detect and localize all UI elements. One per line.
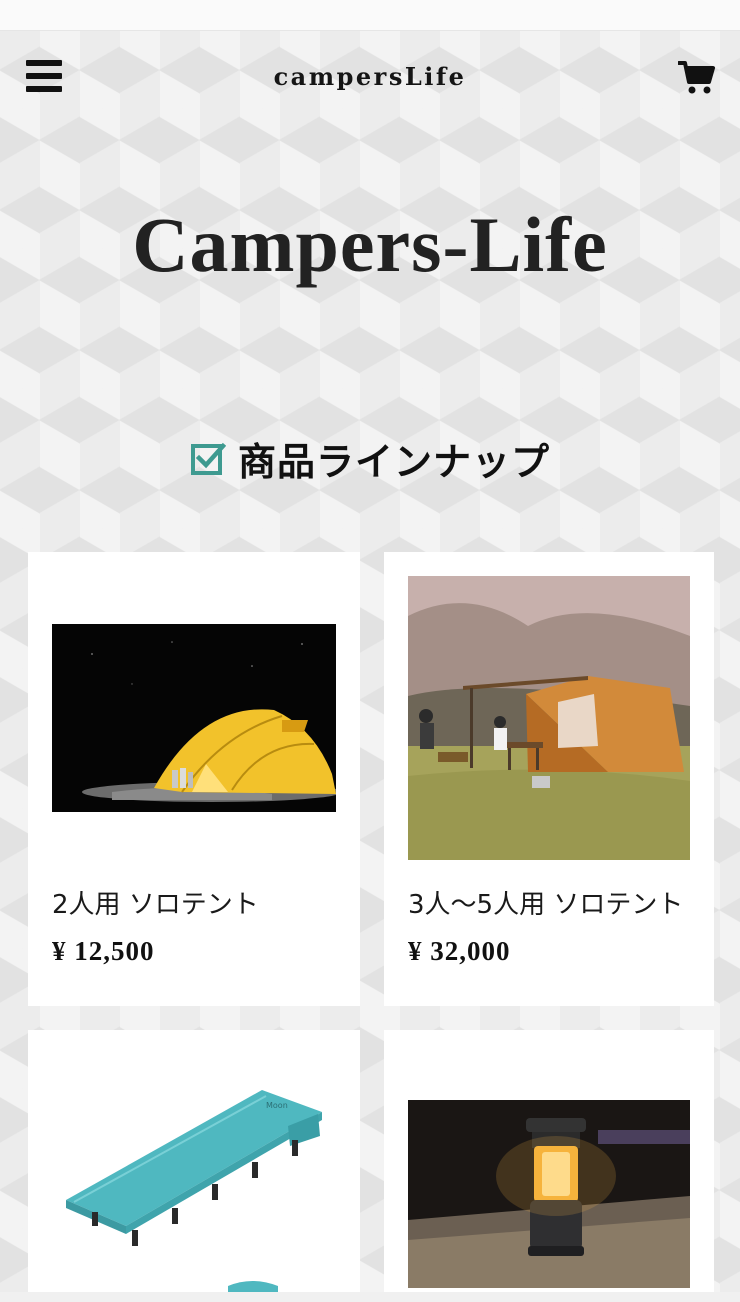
product-price: ¥ 12,500 bbox=[52, 936, 155, 966]
svg-text:Moon: Moon bbox=[266, 1101, 288, 1110]
product-image-tent-night[interactable] bbox=[52, 624, 336, 812]
product-price: ¥ 32,000 bbox=[408, 936, 511, 966]
hero-title: Campers-Life bbox=[132, 201, 608, 288]
product-card[interactable]: 3人〜5人用 ソロテント ¥ 32,000 bbox=[384, 552, 714, 1006]
checkbox-check-icon bbox=[190, 442, 226, 475]
section-heading: 商品ラインナップ bbox=[0, 430, 740, 486]
section-heading-text: 商品ラインナップ bbox=[237, 439, 550, 484]
bottom-bar bbox=[0, 1292, 740, 1302]
product-image-box bbox=[408, 576, 690, 860]
product-image-box bbox=[408, 1054, 690, 1302]
browser-top-strip bbox=[0, 0, 740, 31]
site-brand[interactable]: campersLife bbox=[0, 62, 740, 91]
cart-button[interactable] bbox=[677, 60, 716, 96]
product-card[interactable]: 2人用 ソロテント ¥ 12,500 bbox=[28, 552, 360, 1006]
cart-icon bbox=[677, 61, 715, 94]
site-header: campersLife bbox=[0, 30, 740, 126]
product-name[interactable]: 2人用 ソロテント bbox=[52, 884, 336, 921]
product-card[interactable]: Moon bbox=[28, 1030, 360, 1302]
page: campersLife Campers-Life 商品ラインナップ 2人用 ソロ… bbox=[0, 0, 740, 1302]
product-image-box: Moon bbox=[52, 1054, 336, 1302]
product-name[interactable]: 3人〜5人用 ソロテント bbox=[408, 884, 688, 921]
product-image-lantern[interactable] bbox=[408, 1100, 690, 1288]
product-card[interactable] bbox=[384, 1030, 714, 1302]
product-image-box bbox=[52, 576, 336, 860]
product-image-cot[interactable]: Moon bbox=[52, 1054, 336, 1302]
product-image-tent-field[interactable] bbox=[408, 576, 690, 860]
